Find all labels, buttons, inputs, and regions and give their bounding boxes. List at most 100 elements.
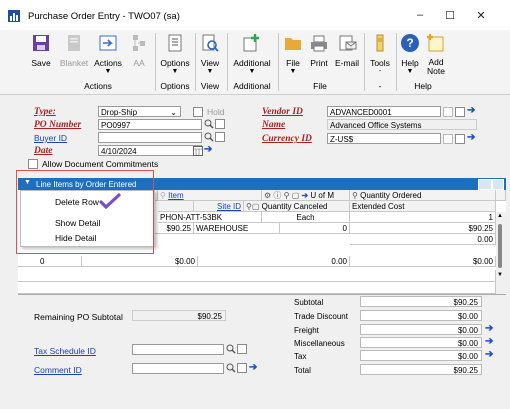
allow-commitments-label: Allow Document Commitments <box>42 159 159 169</box>
view-icon <box>202 34 219 52</box>
expand-arrow-icon[interactable]: ➔ <box>485 350 493 360</box>
lookup-icon: ⚲▢ <box>246 202 260 211</box>
calendar-icon[interactable] <box>193 146 203 156</box>
buyer-id-field[interactable] <box>98 132 202 143</box>
grid-options-icon[interactable] <box>492 179 504 190</box>
grid-empty-row[interactable] <box>18 282 496 294</box>
grid-header-extended-cost[interactable]: Extended Cost <box>350 201 496 212</box>
document-icon[interactable] <box>455 134 465 144</box>
grid-cell-qty-ordered[interactable]: 1 <box>350 212 496 223</box>
tax-value[interactable]: $0.00 <box>360 350 482 361</box>
date-field[interactable]: 4/10/2024 <box>98 145 202 156</box>
grid-scrollbar-thumb[interactable] <box>498 224 502 268</box>
hold-checkbox[interactable] <box>193 107 203 117</box>
miscellaneous-value[interactable]: $0.00 <box>360 337 482 348</box>
edit-icon[interactable] <box>443 134 453 144</box>
group-label-actions: Actions <box>84 81 112 91</box>
additional-button[interactable]: Additional ▼ <box>230 33 274 75</box>
ribbon-separator <box>364 33 365 91</box>
freight-value[interactable]: $0.00 <box>360 324 482 335</box>
minimize-button[interactable]: – <box>405 9 435 21</box>
add-note-button[interactable]: Add Note <box>424 33 448 76</box>
trade-discount-value[interactable]: $0.00 <box>360 310 482 321</box>
expand-arrow-icon[interactable]: ➔ <box>485 324 493 334</box>
save-button[interactable]: Save <box>30 33 52 68</box>
options-button[interactable]: Options ▼ <box>160 33 190 75</box>
grid-header-qty-ordered[interactable]: ⚲ Quantity Ordered <box>350 190 496 201</box>
grid-cell-uom[interactable]: Each <box>262 212 350 223</box>
ribbon-separator <box>155 33 156 91</box>
lookup-icon[interactable] <box>204 119 214 129</box>
scroll-up-icon[interactable]: ▲ <box>497 213 503 219</box>
grid-empty-row[interactable] <box>18 270 496 282</box>
expand-arrow-icon[interactable]: ➔ <box>467 133 475 143</box>
aa-button[interactable]: AA <box>128 33 150 68</box>
document-icon[interactable] <box>215 119 225 129</box>
tools-button[interactable]: Tools - <box>368 33 392 75</box>
view-button[interactable]: View ▼ <box>198 33 222 75</box>
svg-text:?: ? <box>406 36 413 50</box>
highlight-box <box>16 170 154 254</box>
grid-header-icons <box>496 190 506 201</box>
lookup-icon[interactable] <box>204 132 214 142</box>
currency-id-field[interactable]: Z-US$ <box>327 133 441 144</box>
scroll-down-icon[interactable]: ▼ <box>497 272 503 278</box>
tools-icon <box>376 34 384 52</box>
grid-header-qty-canceled[interactable]: ⚲▢ Quantity Canceled <box>244 201 350 212</box>
document-icon[interactable] <box>237 363 247 373</box>
document-icon[interactable] <box>215 132 225 142</box>
print-button[interactable]: Print <box>308 33 330 68</box>
remaining-subtotal-label: Remaining PO Subtotal <box>34 312 123 322</box>
type-select[interactable]: Drop-Ship ⌄ <box>98 106 181 117</box>
help-icon: ? <box>401 34 419 52</box>
actions-button[interactable]: Actions ▼ <box>92 33 124 75</box>
edit-icon[interactable] <box>443 107 453 117</box>
po-number-field[interactable]: PO0997 <box>98 119 202 130</box>
grid-cell-unit-cost[interactable]: $0.00 <box>82 256 198 267</box>
grid-cell-extended-cost[interactable]: $90.25 <box>350 223 496 234</box>
expand-arrow-icon[interactable]: ➔ <box>485 337 493 347</box>
vendor-id-field[interactable]: ADVANCED0001 <box>327 106 441 117</box>
close-button[interactable]: ✕ <box>466 9 496 22</box>
group-label-options: Options <box>160 81 190 91</box>
comment-id-field[interactable] <box>132 363 224 374</box>
window-title: Purchase Order Entry - TWO07 (sa) <box>28 11 180 22</box>
grid-cell-extended-cost[interactable]: $0.00 <box>350 256 496 267</box>
group-label-additional: Additional <box>233 81 271 91</box>
document-icon[interactable] <box>237 344 247 354</box>
grid-header-item[interactable]: ⚲ Item <box>158 190 262 201</box>
expand-arrow-icon[interactable]: ➔ <box>204 145 212 155</box>
file-button[interactable]: File ▼ <box>282 33 304 75</box>
actions-icon <box>99 35 117 51</box>
grid-cell-extended-cost[interactable]: 0.00 <box>350 234 496 245</box>
grid-cell-site-id[interactable]: WAREHOUSE <box>194 223 280 234</box>
aa-icon <box>133 35 145 51</box>
chevron-down-icon: ⌄ <box>170 108 177 117</box>
lookup-icon[interactable] <box>226 363 236 373</box>
total-label: Total <box>294 366 311 375</box>
grid-header-site-id[interactable]: Site ID <box>194 201 244 212</box>
grid-cell-qty-canceled[interactable]: 0.00 <box>198 256 350 267</box>
buyer-id-link[interactable]: Buyer ID <box>34 133 67 143</box>
expand-grid-icon[interactable] <box>478 179 492 190</box>
expand-arrow-icon[interactable]: ➔ <box>467 106 475 116</box>
grid-header-blank <box>158 201 194 212</box>
freight-label: Freight <box>294 326 319 335</box>
email-button[interactable]: E-mail <box>334 33 360 68</box>
tax-schedule-field[interactable] <box>132 344 224 355</box>
help-button[interactable]: ? Help ▼ <box>398 33 422 75</box>
document-icon[interactable] <box>455 107 465 117</box>
blanket-icon <box>68 35 80 51</box>
maximize-button[interactable]: ☐ <box>435 9 465 22</box>
grid-cell-item[interactable]: PHON-ATT-53BK <box>158 212 262 223</box>
lookup-icon[interactable] <box>226 344 236 354</box>
grid-header-uom[interactable]: ⚙ ⓘ ⚲ ▢ ➔ U of M <box>262 190 350 201</box>
expand-arrow-icon[interactable]: ➔ <box>249 363 257 373</box>
grid-cell-qty-canceled[interactable]: 0 <box>280 223 350 234</box>
tax-schedule-link[interactable]: Tax Schedule ID <box>34 346 96 356</box>
allow-commitments-checkbox[interactable] <box>28 159 38 169</box>
comment-id-link[interactable]: Comment ID <box>34 365 82 375</box>
grid-cell-line[interactable]: 0 <box>18 256 82 267</box>
subtotal-label: Subtotal <box>294 298 324 307</box>
blanket-button[interactable]: Blanket <box>58 33 90 68</box>
